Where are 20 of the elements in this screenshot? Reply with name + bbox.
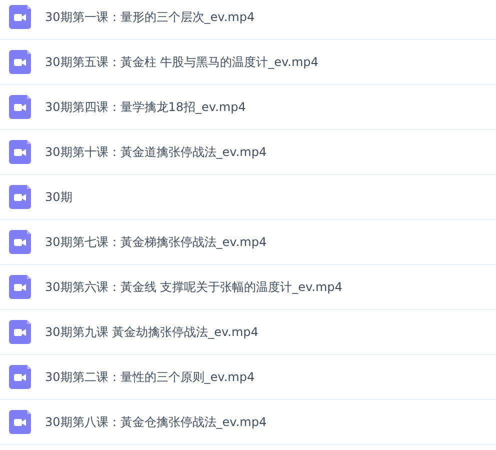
file-name[interactable]: 30期	[45, 188, 72, 206]
file-name[interactable]: 30期第十课：黃金道擒张停战法_ev.mp4	[45, 144, 267, 160]
file-name[interactable]: 30期第四课：量学擒龙18招_ev.mp4	[45, 98, 246, 116]
video-file-icon	[9, 410, 31, 434]
video-file-icon	[9, 50, 31, 74]
file-name[interactable]: 30期第五课：黃金柱 牛股与黑马的温度计_ev.mp4	[45, 54, 318, 70]
video-file-icon	[9, 320, 31, 344]
file-name[interactable]: 30期第一课：量形的三个层次_ev.mp4	[45, 8, 255, 26]
file-name[interactable]: 30期第七课：黃金梯擒张停战法_ev.mp4	[45, 234, 267, 250]
video-file-icon	[9, 185, 31, 209]
video-file-icon	[9, 140, 31, 164]
video-file-icon	[9, 275, 31, 299]
video-file-icon	[9, 5, 31, 29]
file-name[interactable]: 30期第八课：黃金仓擒张停战法_ev.mp4	[45, 414, 267, 430]
video-file-icon	[9, 365, 31, 389]
video-file-icon	[9, 230, 31, 254]
file-name[interactable]: 30期第六课：黃金线 支撑呢关于张幅的温度计_ev.mp4	[45, 278, 342, 296]
video-file-icon	[9, 95, 31, 119]
file-name[interactable]: 30期第九课 黃金劫擒张停战法_ev.mp4	[45, 324, 258, 340]
file-name[interactable]: 30期第二课：量性的三个原则_ev.mp4	[45, 368, 255, 386]
